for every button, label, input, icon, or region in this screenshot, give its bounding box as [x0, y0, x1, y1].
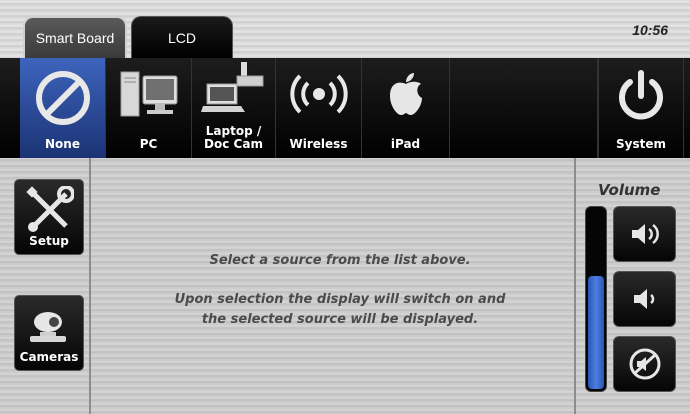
instruction-line-1: Select a source from the list above.	[209, 253, 471, 268]
source-pc-button[interactable]: PC	[106, 58, 192, 158]
tab-smart-board-label: Smart Board	[35, 30, 115, 46]
power-icon	[619, 70, 663, 120]
source-ipad-button[interactable]: iPad	[362, 58, 450, 158]
camera-icon	[30, 312, 66, 342]
none-prohibited-icon	[35, 71, 90, 125]
volume-title: Volume	[598, 181, 661, 199]
laptop-doc-cam-icon	[200, 62, 263, 112]
setup-button[interactable]: Setup	[14, 179, 84, 255]
right-divider	[574, 158, 576, 414]
volume-level-fill	[588, 276, 604, 389]
volume-up-icon	[631, 223, 659, 245]
mute-icon	[629, 348, 660, 380]
system-button[interactable]: System	[598, 58, 684, 158]
clock: 10:56	[632, 22, 668, 38]
source-bar: None PC Laptop / Doc Cam Wireless iPad S…	[0, 58, 690, 158]
tools-icon	[26, 186, 74, 232]
setup-label: Setup	[29, 234, 69, 248]
cameras-label: Cameras	[19, 350, 79, 364]
source-wireless-label: Wireless	[289, 137, 348, 151]
mute-button[interactable]	[613, 336, 676, 392]
wireless-icon	[289, 74, 348, 114]
source-pc-label: PC	[139, 137, 158, 151]
source-laptop-doc-cam-button[interactable]: Laptop / Doc Cam	[192, 58, 276, 158]
volume-slider[interactable]	[585, 206, 607, 392]
top-bar: Smart Board LCD 10:56	[0, 0, 690, 58]
source-laptop-doc-cam-label: Laptop / Doc Cam	[204, 124, 263, 151]
left-divider	[89, 158, 91, 414]
source-none-button[interactable]: None	[20, 58, 106, 158]
system-label: System	[616, 137, 666, 151]
source-wireless-button[interactable]: Wireless	[276, 58, 362, 158]
tab-smart-board[interactable]: Smart Board	[23, 16, 127, 58]
cameras-button[interactable]: Cameras	[14, 295, 84, 371]
instruction-line-2: Upon selection the display will switch o…	[174, 292, 506, 307]
apple-icon	[389, 73, 422, 115]
instruction-line-3: the selected source will be displayed.	[201, 312, 479, 327]
tab-lcd[interactable]: LCD	[131, 16, 233, 58]
source-ipad-label: iPad	[390, 137, 421, 151]
volume-down-icon	[633, 289, 654, 309]
volume-down-button[interactable]	[613, 271, 676, 327]
source-empty-slot	[450, 58, 598, 158]
pc-icon	[120, 71, 177, 117]
volume-up-button[interactable]	[613, 206, 676, 262]
source-none-label: None	[45, 137, 80, 151]
tab-lcd-label: LCD	[167, 29, 196, 46]
